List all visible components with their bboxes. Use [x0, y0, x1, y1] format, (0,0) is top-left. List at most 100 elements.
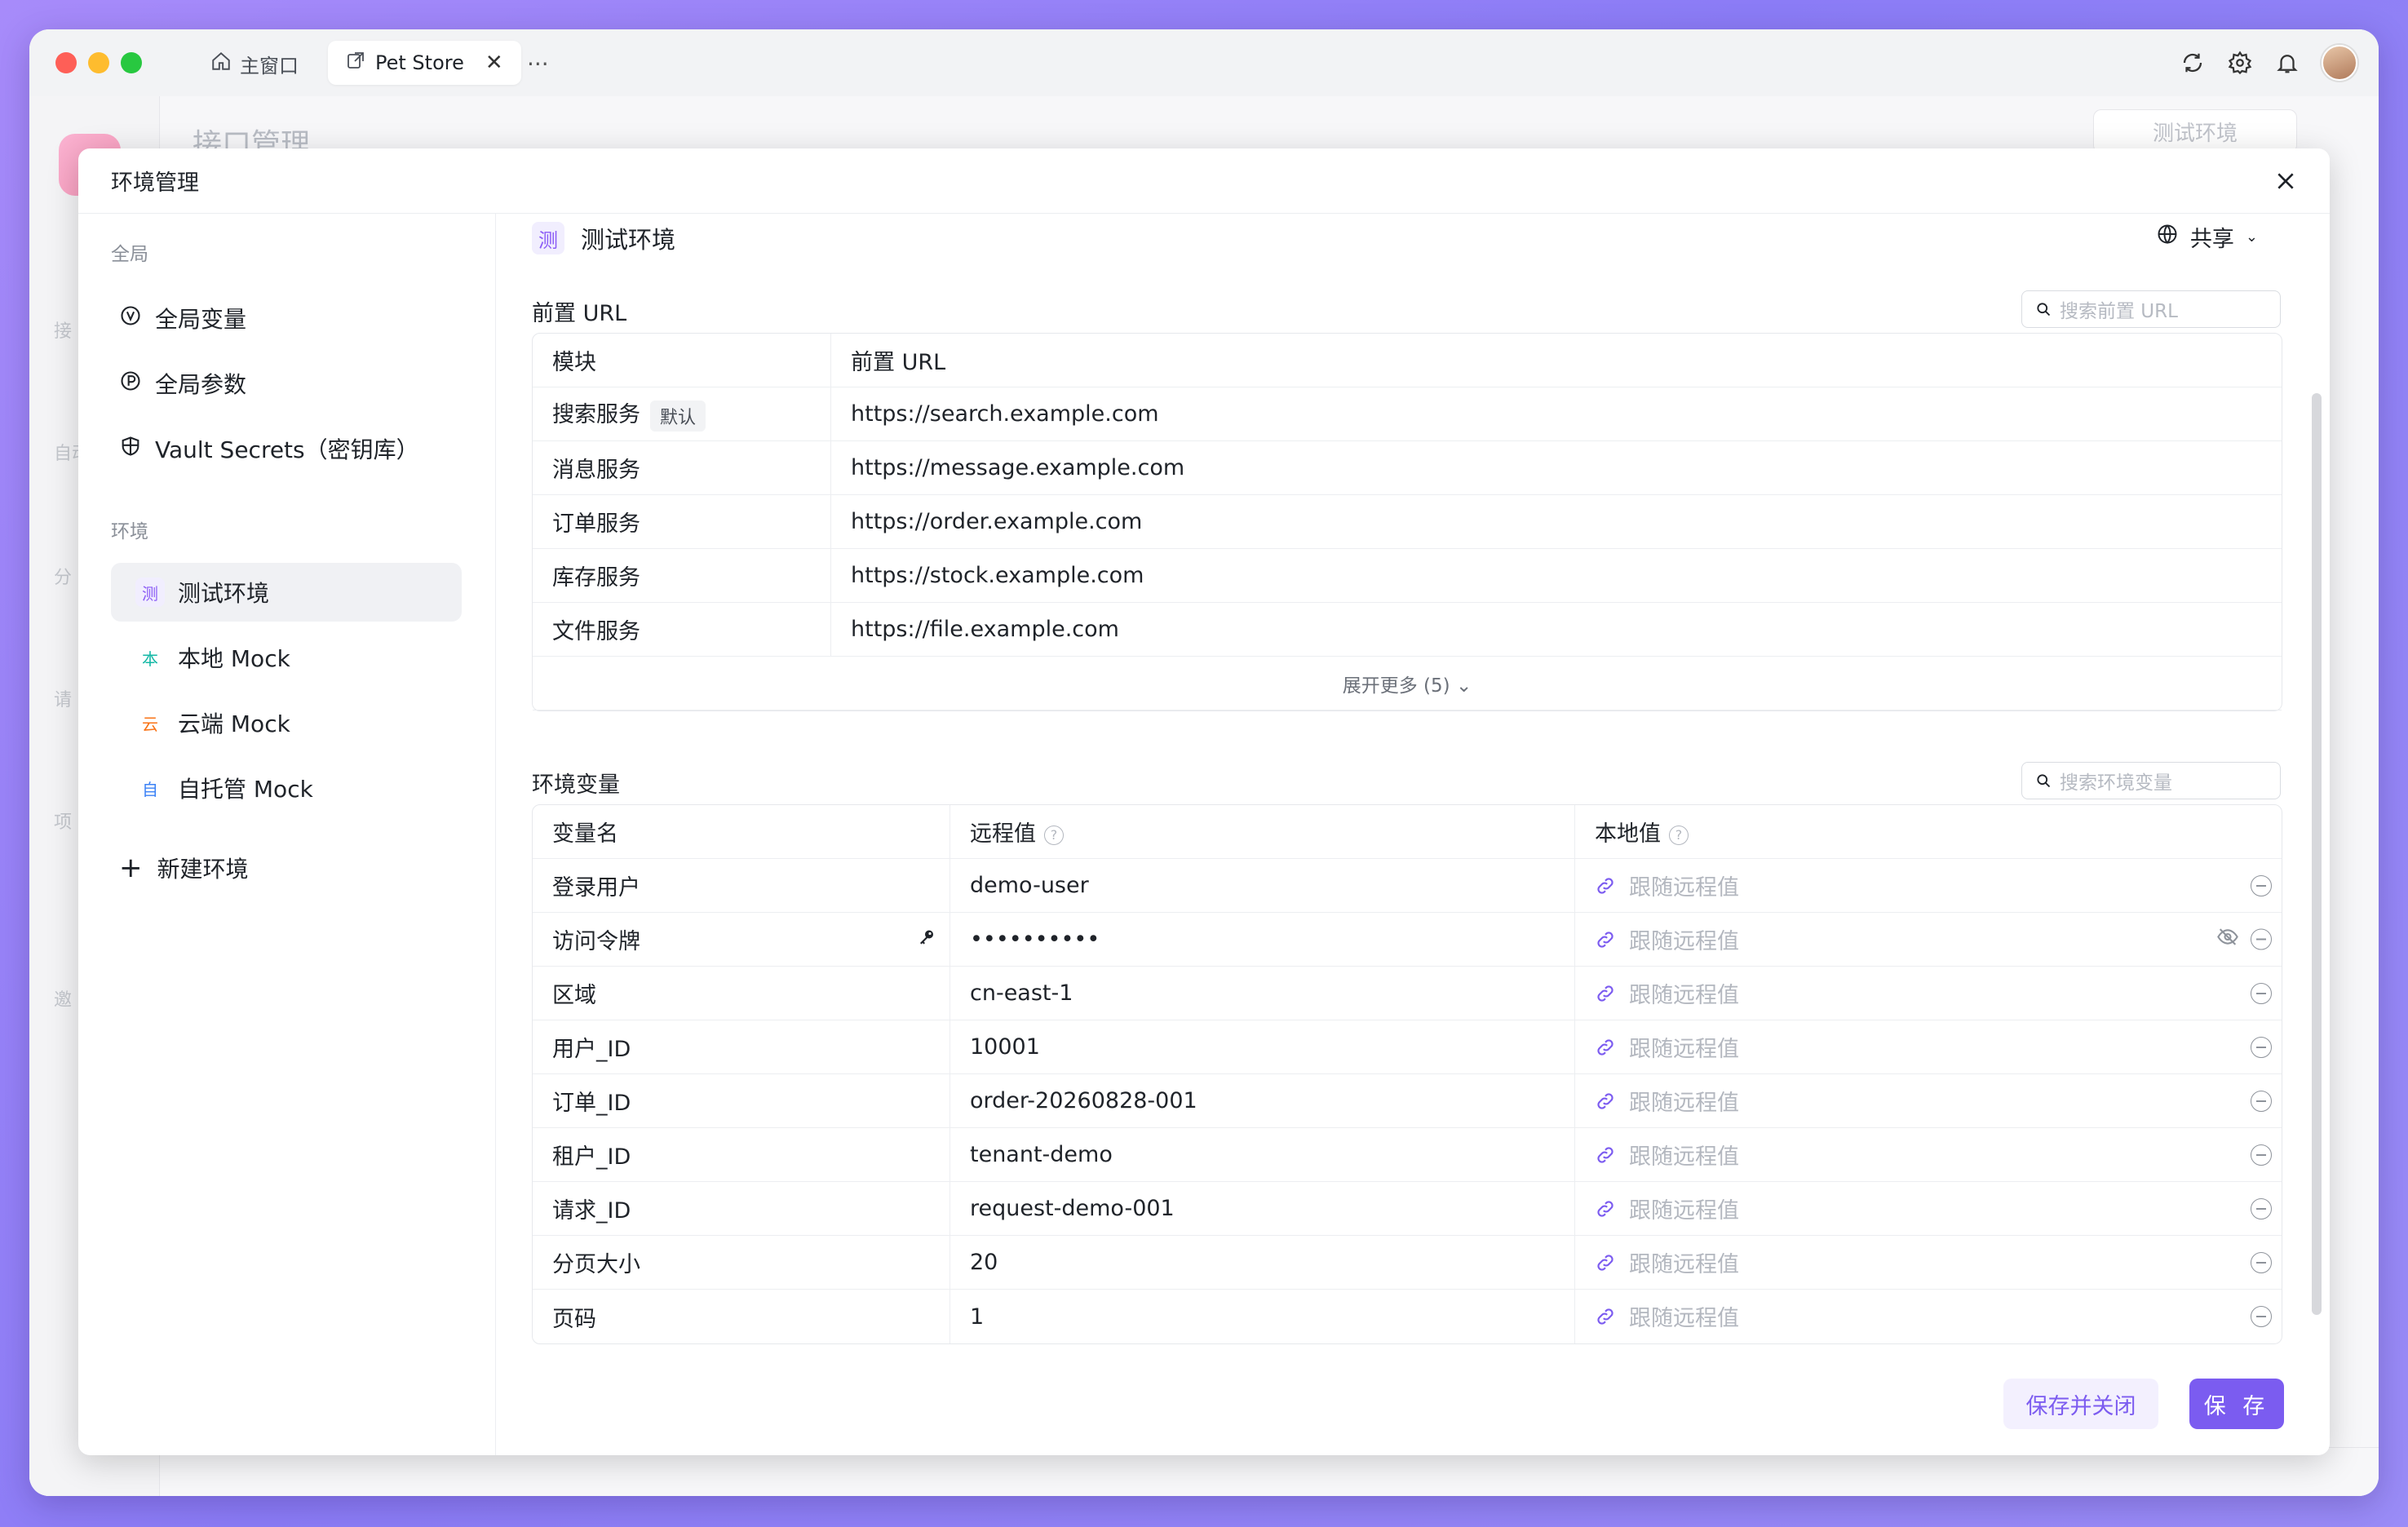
- table-row[interactable]: 文件服务 https://file.example.com: [533, 603, 2282, 657]
- save-and-close-button[interactable]: 保存并关闭: [2003, 1379, 2158, 1429]
- eye-off-icon[interactable]: [2216, 925, 2239, 954]
- local-value-cell[interactable]: 跟随远程值: [1575, 1020, 2282, 1074]
- local-value-cell[interactable]: 跟随远程值: [1575, 1074, 2282, 1128]
- sidebar-item-env-self-hosted-mock[interactable]: 自 自托管 Mock: [111, 759, 462, 817]
- gear-icon[interactable]: [2227, 50, 2253, 76]
- remote-value-cell[interactable]: request-demo-001: [950, 1182, 1575, 1236]
- sidebar-item-label: 全局参数: [155, 371, 247, 398]
- table-row[interactable]: 登录用户 demo-user 跟随远程值: [533, 859, 2282, 913]
- remove-row-icon[interactable]: [2251, 1251, 2272, 1273]
- local-value-cell[interactable]: 跟随远程值: [1575, 1182, 2282, 1236]
- titlebar-actions: [2180, 42, 2357, 83]
- remove-row-icon[interactable]: [2251, 874, 2272, 896]
- local-value-cell[interactable]: 跟随远程值: [1575, 1128, 2282, 1182]
- remove-row-icon[interactable]: [2251, 1144, 2272, 1166]
- tab-more-button[interactable]: ···: [527, 46, 549, 82]
- variable-name-cell[interactable]: 访问令牌: [533, 913, 950, 967]
- remote-value-cell[interactable]: order-20260828-001: [950, 1074, 1575, 1128]
- table-row[interactable]: 订单_ID order-20260828-001 跟随远程值: [533, 1074, 2282, 1128]
- sync-icon[interactable]: [2180, 50, 2206, 76]
- tab-home[interactable]: 主窗口: [199, 46, 310, 82]
- row-actions: [2251, 1090, 2272, 1112]
- local-value-cell[interactable]: 跟随远程值: [1575, 859, 2282, 913]
- sidebar-item-env-local-mock[interactable]: 本 本地 Mock: [111, 628, 462, 687]
- env-vars-title: 环境变量: [532, 772, 620, 798]
- module-cell[interactable]: 订单服务: [533, 495, 831, 549]
- url-cell[interactable]: https://message.example.com: [831, 441, 2282, 495]
- local-value-cell[interactable]: 跟随远程值: [1575, 1290, 2282, 1343]
- variable-name-cell[interactable]: 分页大小: [533, 1236, 950, 1290]
- maximize-window-button[interactable]: [121, 52, 142, 73]
- key-icon[interactable]: [917, 927, 936, 952]
- table-row[interactable]: 请求_ID request-demo-001 跟随远程值: [533, 1182, 2282, 1236]
- remove-row-icon[interactable]: [2251, 982, 2272, 1004]
- remote-value-cell[interactable]: cn-east-1: [950, 967, 1575, 1020]
- module-cell[interactable]: 消息服务: [533, 441, 831, 495]
- local-value-cell[interactable]: 跟随远程值: [1575, 913, 2282, 967]
- url-cell[interactable]: https://order.example.com: [831, 495, 2282, 549]
- table-row[interactable]: 用户_ID 10001 跟随远程值: [533, 1020, 2282, 1074]
- variable-name-cell[interactable]: 订单_ID: [533, 1074, 950, 1128]
- variable-name-cell[interactable]: 登录用户: [533, 859, 950, 913]
- user-avatar[interactable]: [2322, 45, 2357, 81]
- table-row[interactable]: 区域 cn-east-1 跟随远程值: [533, 967, 2282, 1020]
- sidebar-item-env-test[interactable]: 测 测试环境: [111, 563, 462, 622]
- tab-close-icon[interactable]: ✕: [485, 51, 503, 75]
- url-cell[interactable]: https://stock.example.com: [831, 549, 2282, 603]
- remote-value-cell[interactable]: ••••••••••: [950, 913, 1575, 967]
- prefix-url-search-input[interactable]: 搜索前置 URL: [2021, 290, 2281, 328]
- table-row[interactable]: 搜索服务 默认 https://search.example.com: [533, 387, 2282, 441]
- remove-row-icon[interactable]: [2251, 1090, 2272, 1112]
- table-row[interactable]: 分页大小 20 跟随远程值: [533, 1236, 2282, 1290]
- remote-value-cell[interactable]: 20: [950, 1236, 1575, 1290]
- module-cell[interactable]: 文件服务: [533, 603, 831, 657]
- new-environment-button[interactable]: + 新建环境: [111, 843, 249, 892]
- table-row[interactable]: 订单服务 https://order.example.com: [533, 495, 2282, 549]
- close-icon[interactable]: [2269, 165, 2302, 197]
- remove-row-icon[interactable]: [2251, 1036, 2272, 1058]
- module-cell[interactable]: 搜索服务 默认: [533, 387, 831, 441]
- local-value-cell[interactable]: 跟随远程值: [1575, 967, 2282, 1020]
- home-icon: [210, 51, 232, 77]
- table-row[interactable]: 访问令牌 •••••••••• 跟随远程值: [533, 913, 2282, 967]
- scrollbar[interactable]: [2312, 393, 2322, 1315]
- variable-name-cell[interactable]: 用户_ID: [533, 1020, 950, 1074]
- url-cell[interactable]: https://file.example.com: [831, 603, 2282, 657]
- table-row[interactable]: 页码 1 跟随远程值: [533, 1290, 2282, 1343]
- variable-name-cell[interactable]: 租户_ID: [533, 1128, 950, 1182]
- variable-name-cell[interactable]: 区域: [533, 967, 950, 1020]
- row-actions: [2251, 1036, 2272, 1058]
- sidebar-item-vault-secrets[interactable]: Vault Secrets（密钥库）: [111, 419, 462, 478]
- url-cell[interactable]: https://search.example.com: [831, 387, 2282, 441]
- sidebar-item-label: 本地 Mock: [178, 645, 290, 672]
- share-dropdown[interactable]: 共享 ⌄: [2156, 219, 2258, 254]
- help-icon[interactable]: ?: [1669, 825, 1689, 845]
- bell-icon[interactable]: [2274, 50, 2300, 76]
- sidebar-item-env-cloud-mock[interactable]: 云 云端 Mock: [111, 693, 462, 752]
- sidebar-item-global-variables[interactable]: 全局变量: [111, 289, 462, 347]
- help-icon[interactable]: ?: [1044, 825, 1064, 845]
- variable-name-cell[interactable]: 请求_ID: [533, 1182, 950, 1236]
- expand-more-row[interactable]: 展开更多 (5) ⌄: [533, 657, 2282, 710]
- table-row[interactable]: 租户_ID tenant-demo 跟随远程值: [533, 1128, 2282, 1182]
- local-value-cell[interactable]: 跟随远程值: [1575, 1236, 2282, 1290]
- remove-row-icon[interactable]: [2251, 1197, 2272, 1219]
- save-button[interactable]: 保 存: [2189, 1379, 2284, 1429]
- env-vars-search-input[interactable]: 搜索环境变量: [2021, 762, 2281, 799]
- remote-value-cell[interactable]: 1: [950, 1290, 1575, 1343]
- remove-row-icon[interactable]: [2251, 1306, 2272, 1327]
- tab-pet-store[interactable]: Pet Store ✕: [328, 41, 521, 85]
- remove-row-icon[interactable]: [2251, 928, 2272, 950]
- expand-more-button[interactable]: 展开更多 (5) ⌄: [533, 657, 2282, 710]
- remote-value-cell[interactable]: demo-user: [950, 859, 1575, 913]
- table-row[interactable]: 消息服务 https://message.example.com: [533, 441, 2282, 495]
- table-row[interactable]: 库存服务 https://stock.example.com: [533, 549, 2282, 603]
- variable-name-cell[interactable]: 页码: [533, 1290, 950, 1343]
- minimize-window-button[interactable]: [88, 52, 109, 73]
- close-window-button[interactable]: [55, 52, 77, 73]
- sidebar-item-global-params[interactable]: 全局参数: [111, 354, 462, 413]
- module-cell[interactable]: 库存服务: [533, 549, 831, 603]
- remote-value-cell[interactable]: 10001: [950, 1020, 1575, 1074]
- remote-value-cell[interactable]: tenant-demo: [950, 1128, 1575, 1182]
- env-name[interactable]: 测试环境: [581, 221, 675, 255]
